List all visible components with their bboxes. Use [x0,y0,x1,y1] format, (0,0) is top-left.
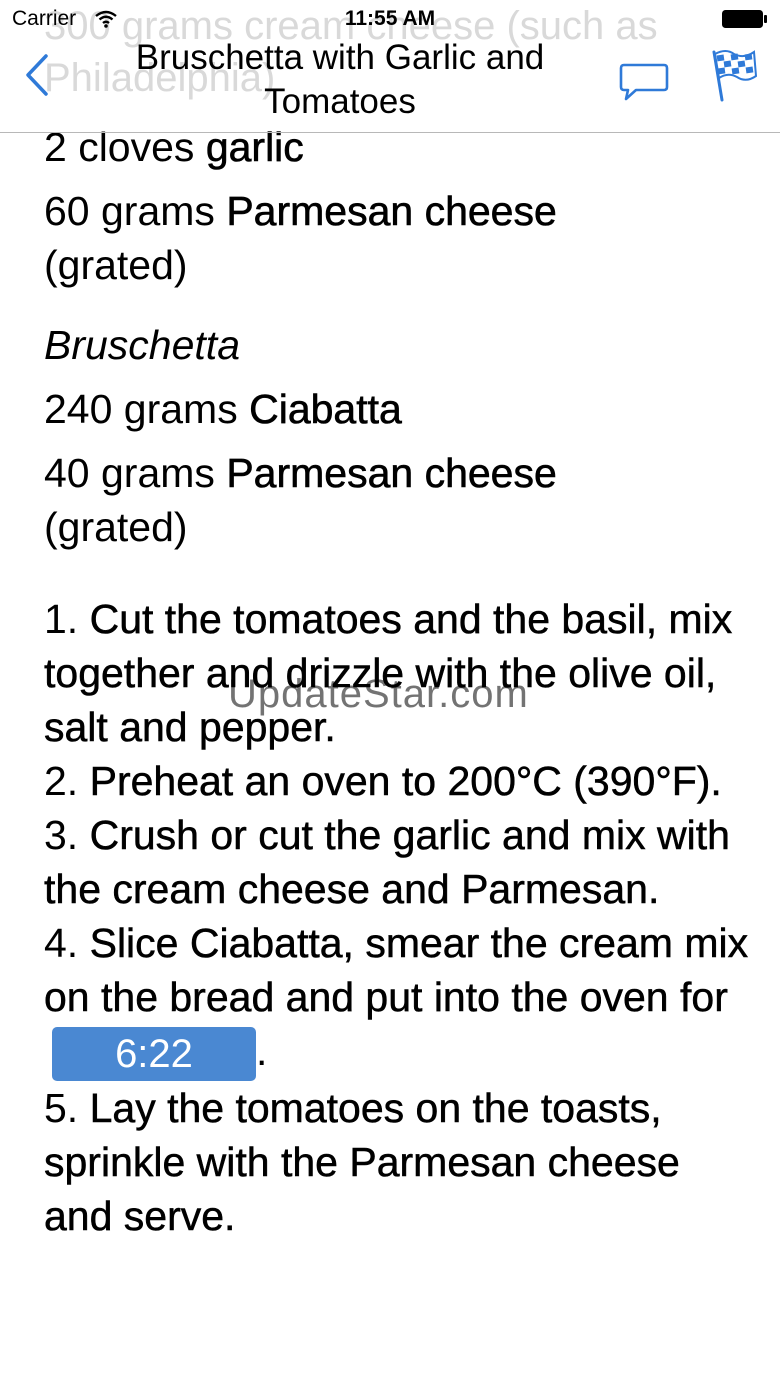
ingredient-amount: 60 grams [44,188,227,234]
step-text: Preheat an oven to 200°C (390°F). [89,758,722,805]
step-text: Slice Ciabatta, smear the cream mix on t… [44,920,749,1021]
ingredient-name: Ciabatta [249,386,402,433]
step-item: 4. Slice Ciabatta, smear the cream mix o… [44,916,756,1082]
ingredient-line: 40 grams Parmesan cheese (grated) [44,446,756,554]
back-button[interactable] [22,50,54,100]
checkered-flag-icon [712,50,758,102]
step-number: 5. [44,1085,90,1132]
step-text: Crush or cut the garlic and mix with the… [44,812,730,913]
page-title: Bruschetta with Garlic and Tomatoes [135,38,545,121]
comment-button[interactable] [618,62,670,102]
battery-icon [722,10,768,28]
step-number: 3. [44,812,90,858]
ingredient-note: (grated) [44,504,188,550]
section-title: Bruschetta [44,322,240,368]
step-item: 2. Preheat an oven to 200°C (390°F). [44,754,756,808]
step-item: 5. Lay the tomatoes on the toasts, sprin… [44,1081,756,1243]
step-number: 1. [44,596,90,642]
step-number: 4. [44,920,90,966]
step-text-end: . [256,1028,268,1074]
finish-button[interactable] [704,46,758,102]
timer-button[interactable]: 6:22 [52,1027,256,1082]
ingredient-line: 240 grams Ciabatta [44,382,756,436]
status-time: 11:55 AM [344,7,436,30]
step-text: Lay the tomatoes on the toasts, sprinkle… [44,1085,680,1240]
step-number: 2. [44,758,90,804]
ingredient-note: (grated) [44,242,188,288]
chevron-left-icon [26,54,48,96]
ingredient-amount: 40 grams [44,450,227,496]
ingredient-name: Parmesan cheese [226,188,557,235]
status-bar: Carrier 11:55 AM [0,0,780,40]
ingredient-line: 60 grams Parmesan cheese (grated) [44,184,756,292]
step-item: 3. Crush or cut the garlic and mix with … [44,808,756,916]
ingredient-name: Parmesan cheese [226,450,557,497]
speech-bubble-icon [619,63,669,101]
ingredient-amount: 240 grams [44,386,250,432]
watermark: UpdateStar.com [228,672,529,716]
